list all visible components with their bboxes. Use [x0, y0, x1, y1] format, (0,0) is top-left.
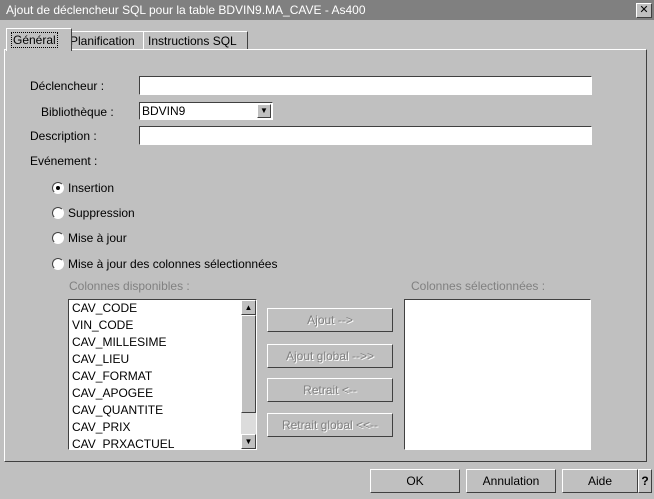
- declencheur-field[interactable]: [139, 76, 592, 95]
- dropdown-arrow-icon[interactable]: ▼: [257, 104, 271, 118]
- bibliotheque-label: Bibliothèque :: [41, 105, 114, 119]
- declencheur-label: Déclencheur :: [30, 79, 105, 93]
- bibliotheque-value: BDVIN9: [142, 104, 186, 118]
- radio-mise-a-jour-label[interactable]: Mise à jour: [68, 231, 127, 245]
- colonnes-disponibles-label: Colonnes disponibles :: [69, 279, 190, 293]
- list-item[interactable]: CAV_PRXACTUEL: [72, 436, 174, 449]
- title-bar: Ajout de déclencheur SQL pour la table B…: [0, 0, 654, 20]
- footer-bar: OK Annulation Aide ?: [0, 466, 654, 499]
- list-item[interactable]: CAV_FORMAT: [72, 368, 152, 385]
- tab-instructions-sql-label: Instructions SQL: [148, 34, 237, 48]
- tab-instructions-sql[interactable]: Instructions SQL: [143, 31, 248, 51]
- window-title: Ajout de déclencheur SQL pour la table B…: [6, 3, 366, 17]
- general-panel: Déclencheur : Bibliothèque : BDVIN9 ▼ De…: [4, 49, 647, 462]
- list-scrollbar[interactable]: ▲ ▼: [241, 300, 256, 449]
- evenement-label: Evénement :: [30, 154, 98, 168]
- remove-button[interactable]: Retrait <--: [267, 378, 393, 402]
- radio-mise-a-jour-colonnes-label[interactable]: Mise à jour des colonnes sélectionnées: [68, 257, 277, 271]
- radio-suppression[interactable]: [52, 207, 64, 219]
- scroll-down-icon[interactable]: ▼: [241, 434, 256, 449]
- colonnes-selectionnees-label: Colonnes sélectionnées :: [411, 279, 546, 293]
- ok-button[interactable]: OK: [370, 469, 460, 493]
- radio-insertion-label[interactable]: Insertion: [68, 181, 114, 195]
- tab-general[interactable]: Général: [6, 28, 72, 51]
- description-field[interactable]: [139, 126, 592, 145]
- radio-suppression-label[interactable]: Suppression: [68, 206, 135, 220]
- tab-planification[interactable]: Planification: [65, 31, 145, 51]
- available-columns-list[interactable]: CAV_CODE VIN_CODE CAV_MILLESIME CAV_LIEU…: [68, 299, 257, 450]
- scroll-up-icon[interactable]: ▲: [241, 300, 256, 315]
- list-item[interactable]: CAV_APOGEE: [72, 385, 153, 402]
- description-label: Description :: [30, 129, 97, 143]
- radio-mise-a-jour-colonnes[interactable]: [52, 258, 64, 270]
- bibliotheque-select[interactable]: BDVIN9 ▼: [139, 102, 273, 120]
- close-button[interactable]: ✕: [636, 3, 652, 18]
- list-item[interactable]: VIN_CODE: [72, 317, 133, 334]
- list-item[interactable]: CAV_QUANTITE: [72, 402, 163, 419]
- help-button[interactable]: Aide: [562, 469, 638, 493]
- list-item[interactable]: CAV_LIEU: [72, 351, 129, 368]
- remove-all-button[interactable]: Retrait global <<--: [267, 413, 393, 437]
- radio-mise-a-jour[interactable]: [52, 232, 64, 244]
- list-item[interactable]: CAV_MILLESIME: [72, 334, 166, 351]
- list-item[interactable]: CAV_PRIX: [72, 419, 130, 436]
- add-button[interactable]: Ajout -->: [267, 308, 393, 332]
- list-item[interactable]: CAV_CODE: [72, 300, 137, 317]
- tab-general-label: Général: [11, 32, 58, 48]
- scroll-thumb[interactable]: [241, 315, 256, 413]
- cancel-button[interactable]: Annulation: [466, 469, 556, 493]
- radio-insertion[interactable]: [52, 182, 64, 194]
- add-all-button[interactable]: Ajout global -->>: [267, 344, 393, 368]
- tab-planification-label: Planification: [70, 34, 135, 48]
- context-help-button[interactable]: ?: [638, 469, 652, 493]
- selected-columns-list[interactable]: [404, 299, 591, 450]
